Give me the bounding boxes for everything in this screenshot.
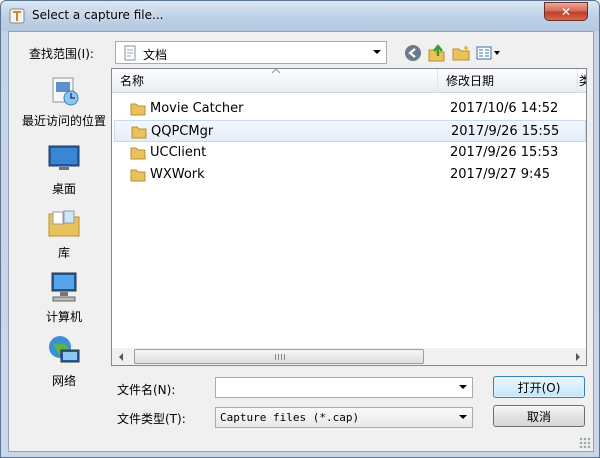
folder-icon <box>130 147 146 160</box>
filename-input[interactable] <box>215 377 473 398</box>
dialog-body: 查找范围(I): 文档 最近访问的位置 桌面 库 计算机 网络 名称 修改日期 … <box>8 31 594 452</box>
place-label: 网络 <box>51 374 76 388</box>
scroll-left-button[interactable] <box>112 348 129 365</box>
dialog-window: Select a capture file... ✕ 查找范围(I): 文档 最… <box>0 0 600 458</box>
desktop-icon <box>48 145 80 170</box>
list-header: 名称 修改日期 类 <box>112 68 586 93</box>
place-label: 桌面 <box>51 182 76 196</box>
chevron-down-icon <box>459 415 467 419</box>
documents-folder-icon <box>124 45 136 61</box>
chevron-down-icon[interactable] <box>458 381 468 393</box>
filetype-select[interactable]: Capture files (*.cap) <box>215 407 473 428</box>
place-libraries[interactable]: 库 <box>15 206 113 261</box>
close-button[interactable]: ✕ <box>544 2 588 21</box>
places-bar: 最近访问的位置 桌面 库 计算机 网络 <box>15 72 113 392</box>
sort-ascending-icon <box>272 68 280 74</box>
filename-label: 文件名(N): <box>117 383 176 397</box>
recent-places-icon <box>52 77 79 106</box>
item-name: Movie Catcher <box>150 101 244 116</box>
column-type-header[interactable]: 类 <box>578 69 586 93</box>
open-button[interactable]: 打开(O) <box>493 376 585 398</box>
folder-icon <box>130 169 146 182</box>
title-bar[interactable]: Select a capture file... ✕ <box>1 1 599 31</box>
back-arrow-icon <box>405 45 421 61</box>
view-menu-button[interactable] <box>475 42 503 64</box>
column-label: 名称 <box>120 74 145 88</box>
folder-icon <box>131 126 147 139</box>
column-label: 修改日期 <box>446 74 495 88</box>
place-recent[interactable]: 最近访问的位置 <box>15 74 113 129</box>
place-computer[interactable]: 计算机 <box>15 270 113 325</box>
back-button[interactable] <box>402 42 424 64</box>
resize-grip[interactable] <box>579 437 591 449</box>
column-label: 类 <box>579 74 586 88</box>
horizontal-scrollbar[interactable] <box>112 348 586 365</box>
app-icon <box>9 8 25 24</box>
item-name: UCClient <box>150 145 207 160</box>
new-folder-icon <box>452 45 470 61</box>
place-label: 最近访问的位置 <box>21 114 106 128</box>
scrollbar-thumb[interactable] <box>134 349 424 364</box>
file-list[interactable]: 名称 修改日期 类 Movie Catcher 2017/10/6 14:52 … <box>111 68 587 366</box>
up-folder-icon <box>428 44 445 62</box>
folder-icon <box>130 103 146 116</box>
item-name: WXWork <box>150 167 205 182</box>
item-date: 2017/9/27 9:45 <box>450 167 550 182</box>
list-item[interactable]: WXWork 2017/9/27 9:45 <box>114 164 586 186</box>
chevron-right-icon <box>575 352 580 361</box>
list-item[interactable]: Movie Catcher 2017/10/6 14:52 <box>114 98 586 120</box>
item-name: QQPCMgr <box>151 124 214 139</box>
scroll-right-button[interactable] <box>569 348 586 365</box>
libraries-icon <box>48 210 80 237</box>
cancel-button[interactable]: 取消 <box>493 405 585 427</box>
close-icon: ✕ <box>560 4 572 19</box>
place-network[interactable]: 网络 <box>15 334 113 389</box>
up-folder-button[interactable] <box>426 42 448 64</box>
list-item[interactable]: UCClient 2017/9/26 15:53 <box>114 142 586 164</box>
place-label: 计算机 <box>45 310 82 324</box>
chevron-down-icon <box>373 50 381 54</box>
lookin-combo[interactable]: 文档 <box>115 41 387 64</box>
lookin-value: 文档 <box>143 48 168 62</box>
view-menu-icon <box>476 46 500 60</box>
filetype-value: Capture files (*.cap) <box>220 411 360 424</box>
new-folder-button[interactable] <box>450 42 472 64</box>
chevron-left-icon <box>118 352 123 361</box>
network-icon <box>49 336 80 363</box>
lookin-label: 查找范围(I): <box>29 47 94 61</box>
place-desktop[interactable]: 桌面 <box>15 142 113 197</box>
item-date: 2017/10/6 14:52 <box>450 101 559 116</box>
computer-icon <box>51 272 77 302</box>
list-item-selected[interactable]: QQPCMgr 2017/9/26 15:55 <box>114 120 586 142</box>
place-label: 库 <box>57 246 70 260</box>
filetype-label: 文件类型(T): <box>117 412 186 426</box>
column-date-header[interactable]: 修改日期 <box>438 69 578 93</box>
item-date: 2017/9/26 15:53 <box>450 145 559 160</box>
grip-icon <box>275 354 285 360</box>
window-title: Select a capture file... <box>32 8 164 22</box>
column-name-header[interactable]: 名称 <box>112 68 438 93</box>
item-date: 2017/9/26 15:55 <box>451 124 560 139</box>
